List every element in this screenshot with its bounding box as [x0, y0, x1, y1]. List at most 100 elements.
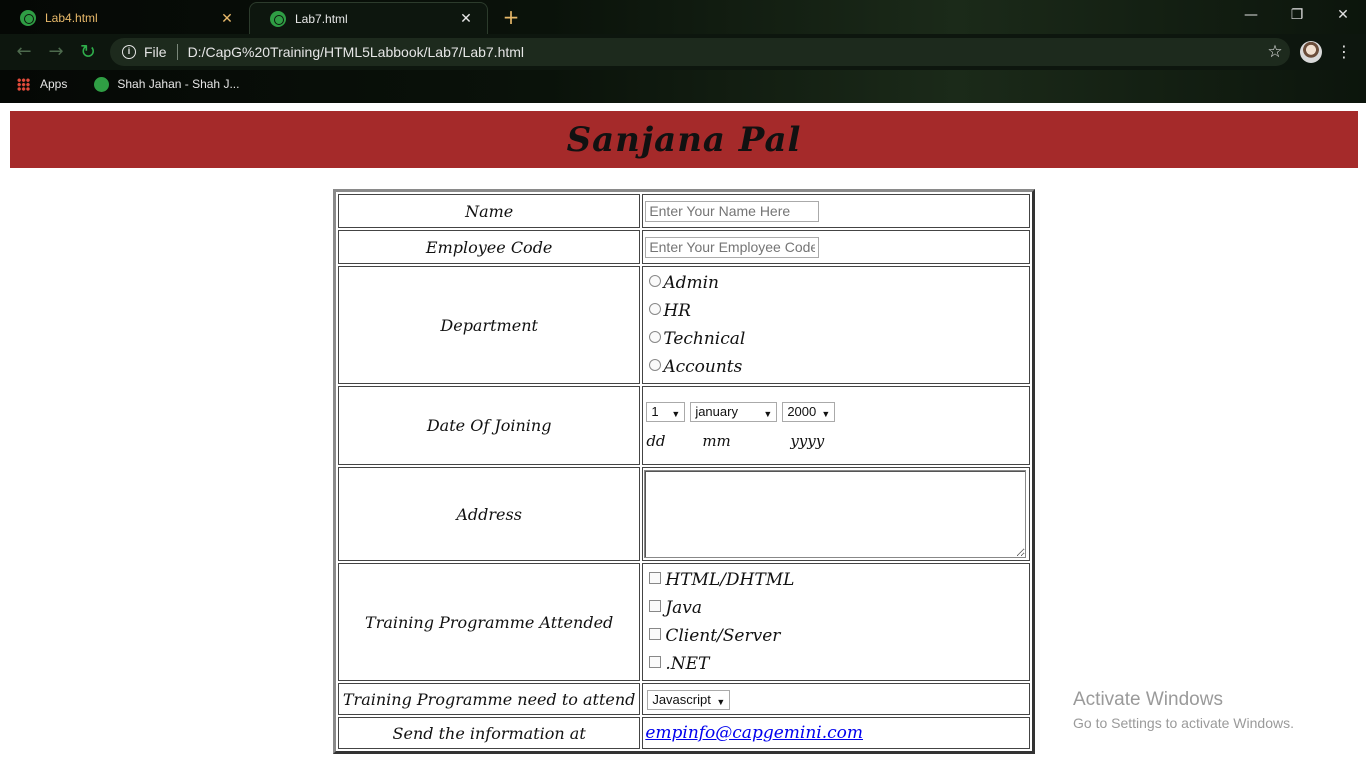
profile-avatar[interactable]: [1300, 41, 1322, 63]
employee-code-cell: [642, 230, 1030, 264]
watermark-title: Activate Windows: [1073, 689, 1223, 710]
employee-code-input[interactable]: [645, 236, 820, 258]
radio-option-technical[interactable]: Technical: [645, 325, 1027, 353]
window-close-button[interactable]: ✕: [1320, 0, 1366, 30]
name-cell: [642, 194, 1030, 228]
close-icon[interactable]: ✕: [457, 10, 475, 27]
table-row: Department Admin HR Technical Accounts: [338, 266, 1030, 384]
dropdown-arrow-icon: ▼: [716, 696, 726, 707]
day-hint: dd: [646, 432, 666, 450]
scheme-label: File: [144, 44, 167, 60]
forward-arrow-icon[interactable]: →: [44, 40, 68, 64]
tab-title: Lab4.html: [45, 11, 98, 25]
send-info-cell: empinfo@capgemini.com: [642, 717, 1030, 749]
dropdown-arrow-icon: ▼: [671, 409, 681, 419]
training-attended-cell: HTML/DHTML Java Client/Server .NET: [642, 563, 1030, 681]
table-row: Training Programme Attended HTML/DHTML J…: [338, 563, 1030, 681]
radio-button[interactable]: [649, 358, 662, 371]
radio-button[interactable]: [649, 330, 662, 343]
radio-button[interactable]: [649, 274, 662, 287]
radio-button[interactable]: [649, 302, 662, 315]
dropdown-arrow-icon: ▼: [763, 409, 773, 419]
radio-label: Technical: [663, 329, 746, 349]
employee-form-table: Name Employee Code Department Admin HR T…: [333, 189, 1035, 754]
checkbox[interactable]: [649, 627, 662, 640]
globe-icon: [20, 10, 36, 26]
tab-strip: Lab4.html ✕ Lab7.html ✕ + — ❐ ✕: [0, 0, 1366, 34]
checkbox[interactable]: [649, 655, 662, 668]
apps-grid-icon[interactable]: [17, 77, 30, 91]
name-input[interactable]: [645, 200, 820, 222]
date-of-joining-cell: 1 ▼ january ▼ 2000 ▼ dd mm yyyy: [642, 386, 1030, 465]
employee-code-label: Employee Code: [338, 230, 641, 264]
checkbox-label: .NET: [665, 654, 710, 674]
send-info-label: Send the information at: [338, 717, 641, 749]
date-of-joining-label: Date Of Joining: [338, 386, 641, 465]
checkbox[interactable]: [649, 599, 662, 612]
tab-lab7[interactable]: Lab7.html ✕: [249, 2, 488, 34]
divider: [176, 44, 178, 60]
checkbox-label: Java: [665, 598, 703, 618]
reload-icon[interactable]: ↻: [76, 40, 100, 64]
training-needed-value: Javascript: [652, 691, 711, 707]
checkbox-option-client-server[interactable]: Client/Server: [645, 622, 1027, 650]
table-row: Name: [338, 194, 1030, 228]
training-needed-select[interactable]: Javascript ▼: [647, 689, 731, 710]
page-title: Sanjana Pal: [566, 119, 802, 160]
year-select[interactable]: 2000 ▼: [782, 402, 836, 422]
close-icon[interactable]: ✕: [218, 10, 236, 27]
checkbox-option-java[interactable]: Java: [645, 594, 1027, 622]
email-link[interactable]: empinfo@capgemini.com: [645, 723, 863, 743]
radio-label: Accounts: [663, 357, 743, 377]
month-select[interactable]: january ▼: [690, 402, 778, 422]
url-text[interactable]: D:/CapG%20Training/HTML5Labbook/Lab7/Lab…: [188, 44, 1260, 60]
training-needed-cell: Javascript ▼: [642, 683, 1030, 715]
new-tab-button[interactable]: +: [500, 6, 522, 28]
bookmark-star-icon[interactable]: ☆: [1260, 42, 1290, 62]
bookmark-shah-jahan[interactable]: Shah Jahan - Shah J...: [117, 77, 239, 91]
bookmarks-bar: Apps Shah Jahan - Shah J...: [0, 70, 1366, 98]
checkbox[interactable]: [649, 571, 662, 584]
back-arrow-icon[interactable]: ←: [12, 40, 36, 64]
department-label: Department: [338, 266, 641, 384]
header-banner: Sanjana Pal: [10, 111, 1358, 168]
browser-toolbar: ← → ↻ i File D:/CapG%20Training/HTML5Lab…: [0, 34, 1366, 70]
training-attended-label: Training Programme Attended: [338, 563, 641, 681]
training-needed-label: Training Programme need to attend: [338, 683, 641, 715]
bookmark-apps[interactable]: Apps: [40, 77, 67, 91]
address-bar[interactable]: i File D:/CapG%20Training/HTML5Labbook/L…: [110, 38, 1290, 66]
dropdown-arrow-icon: ▼: [821, 409, 831, 419]
radio-label: HR: [663, 301, 691, 321]
checkbox-option-html[interactable]: HTML/DHTML: [645, 566, 1027, 594]
kebab-menu-icon[interactable]: ⋮: [1336, 41, 1352, 63]
checkbox-label: Client/Server: [665, 626, 781, 646]
page-content: Sanjana Pal Name Employee Code Departmen…: [0, 103, 1366, 768]
radio-option-admin[interactable]: Admin: [645, 269, 1027, 297]
year-hint: yyyy: [790, 432, 825, 450]
day-select[interactable]: 1 ▼: [646, 402, 686, 422]
year-value: 2000: [787, 404, 817, 419]
date-format-hints: dd mm yyyy: [645, 432, 1027, 450]
radio-option-accounts[interactable]: Accounts: [645, 353, 1027, 381]
radio-option-hr[interactable]: HR: [645, 297, 1027, 325]
checkbox-option-dotnet[interactable]: .NET: [645, 650, 1027, 678]
info-icon[interactable]: i: [122, 45, 136, 59]
day-value: 1: [651, 404, 659, 419]
address-textarea[interactable]: [644, 470, 1027, 558]
browser-chrome: Lab4.html ✕ Lab7.html ✕ + — ❐ ✕ ← → ↻ i …: [0, 0, 1366, 103]
globe-icon: [94, 76, 110, 92]
table-row: Employee Code: [338, 230, 1030, 264]
table-row: Date Of Joining 1 ▼ january ▼ 2000 ▼ dd mm yy…: [338, 386, 1030, 465]
table-row: Training Programme need to attend Javasc…: [338, 683, 1030, 715]
address-label: Address: [338, 467, 641, 561]
globe-icon: [270, 10, 286, 27]
minimize-button[interactable]: —: [1228, 0, 1274, 30]
tab-lab4[interactable]: Lab4.html ✕: [0, 2, 248, 34]
maximize-button[interactable]: ❐: [1274, 0, 1320, 30]
table-row: Address: [338, 467, 1030, 561]
department-cell: Admin HR Technical Accounts: [642, 266, 1030, 384]
month-value: january: [695, 404, 738, 419]
watermark-subtitle: Go to Settings to activate Windows.: [1073, 715, 1294, 731]
month-hint: mm: [702, 432, 731, 450]
windows-activation-watermark: Activate Windows Go to Settings to activ…: [1073, 689, 1294, 731]
